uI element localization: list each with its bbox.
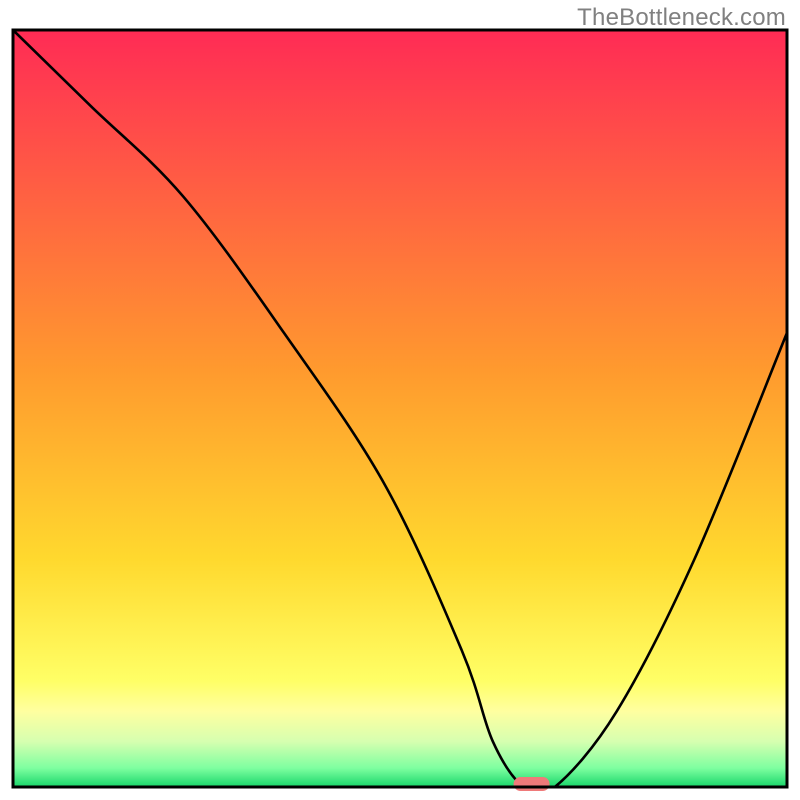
watermark-text: TheBottleneck.com bbox=[577, 4, 786, 32]
optimal-marker bbox=[514, 777, 550, 791]
plot-background bbox=[13, 30, 787, 787]
chart-container: TheBottleneck.com bbox=[0, 0, 800, 800]
bottleneck-chart-svg bbox=[0, 0, 800, 800]
